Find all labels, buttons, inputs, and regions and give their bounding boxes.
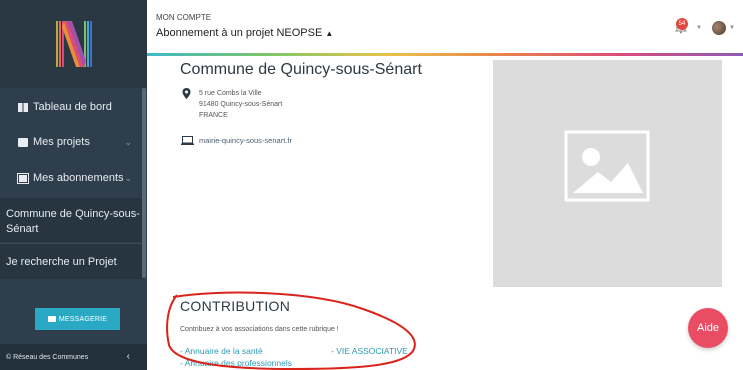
collapse-sidebar-icon[interactable]: ‹ [127, 351, 130, 362]
project-selector[interactable]: Abonnement à un projet NEOPSE ▲ [156, 27, 333, 39]
message-icon [47, 316, 56, 322]
sidebar-item-dashboard[interactable]: Tableau de bord [0, 89, 144, 125]
map-pin-icon [182, 88, 191, 99]
dashboard-icon [18, 102, 28, 112]
contribution-title: CONTRIBUTION [180, 298, 291, 314]
sidebar-item-projects[interactable]: Mes projets ⌄ [0, 124, 144, 160]
page-title: Commune de Quincy-sous-Sénart [180, 61, 422, 78]
logo-icon [55, 21, 92, 67]
link-annuaire-professionnels[interactable]: - Annuaire des professionnels [180, 358, 292, 368]
website-link[interactable]: mairie-quincy-sous-senart.fr [199, 136, 292, 145]
messaging-button[interactable]: MESSAGERIE [35, 308, 120, 330]
sidebar: Tableau de bord Mes projets ⌄ Mes abonne… [0, 0, 147, 370]
chevron-down-icon[interactable]: ⌄ [124, 137, 132, 148]
laptop-icon [181, 136, 194, 145]
header-divider [147, 53, 743, 56]
link-annuaire-sante[interactable]: - Annuaire de la santé [180, 346, 263, 356]
link-vie-associative[interactable]: - VIE ASSOCIATIVE [331, 346, 408, 356]
image-icon [564, 130, 650, 202]
image-placeholder [493, 60, 722, 287]
contribution-description: Contribuez à vos associations dans cette… [180, 326, 339, 333]
sidebar-item-search-project[interactable]: Je recherche un Projet [0, 243, 144, 279]
sidebar-subitem-commune[interactable]: Commune de Quincy-sous-Sénart [0, 198, 144, 242]
caret-up-icon: ▲ [325, 29, 334, 38]
address: 5 rue Combs la Ville 91480 Quincy-sous-S… [199, 90, 283, 119]
logo[interactable] [0, 0, 147, 88]
app-root: Tableau de bord Mes projets ⌄ Mes abonne… [0, 0, 743, 370]
sidebar-item-subscriptions[interactable]: Mes abonnements ⌄ [0, 160, 144, 196]
top-header: MON COMPTE Abonnement à un projet NEOPSE… [147, 0, 743, 53]
sidebar-scrollbar[interactable] [142, 88, 146, 278]
chevron-down-icon[interactable]: ▼ [696, 25, 702, 31]
notification-badge[interactable]: 54 [676, 18, 688, 30]
account-label: MON COMPTE [156, 13, 212, 22]
chevron-down-icon[interactable]: ▼ [729, 25, 735, 31]
sidebar-item-label: Tableau de bord [33, 101, 112, 113]
avatar[interactable] [712, 21, 726, 35]
sidebar-footer: © Réseau des Communes ‹ [0, 344, 147, 370]
sidebar-item-label: Je recherche un Projet [6, 256, 117, 268]
chevron-down-icon[interactable]: ⌄ [124, 173, 132, 184]
sidebar-subitem-label: Commune de Quincy-sous-Sénart [6, 208, 140, 235]
sidebar-item-label: Mes abonnements [33, 172, 124, 184]
help-button[interactable]: Aide [688, 308, 728, 348]
subscriptions-icon [17, 172, 29, 184]
sidebar-item-label: Mes projets [33, 136, 90, 148]
folder-icon [18, 137, 28, 147]
